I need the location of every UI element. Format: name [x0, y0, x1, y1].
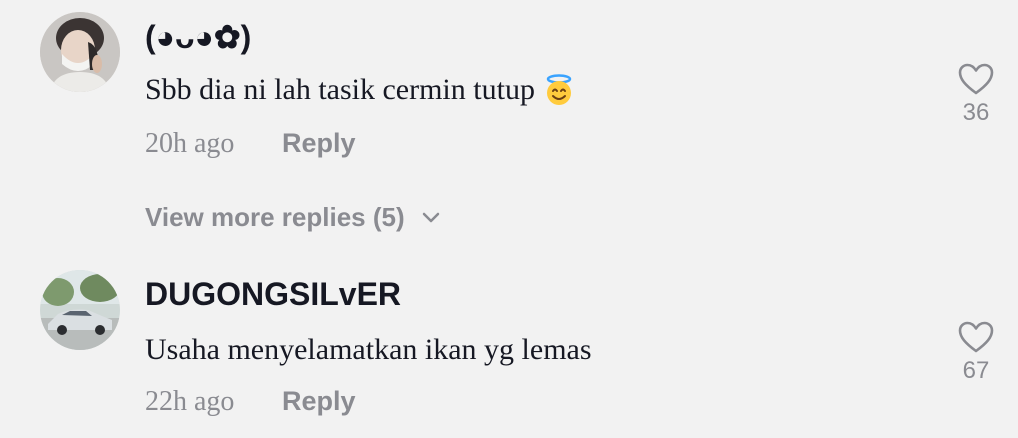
comment-meta: 20h ago Reply	[145, 128, 356, 160]
view-more-replies-button[interactable]: View more replies (5)	[145, 202, 441, 233]
comment-text-body: Sbb dia ni lah tasik cermin tutup	[145, 73, 535, 106]
comment-item: (◕ᴗ◕✿) Sbb dia ni lah tasik cermin tutup…	[0, 0, 1018, 258]
like-button[interactable]: 36	[950, 62, 1002, 127]
timestamp: 20h ago	[145, 128, 235, 159]
avatar[interactable]	[40, 270, 120, 350]
like-count: 36	[962, 99, 990, 126]
comment-text-body: Usaha menyelamatkan ikan yg lemas	[145, 333, 592, 366]
view-more-replies-label: View more replies (5)	[145, 202, 405, 232]
like-button[interactable]: 67	[950, 320, 1002, 385]
timestamp: 22h ago	[145, 386, 235, 417]
avatar[interactable]	[40, 12, 120, 92]
reply-button[interactable]: Reply	[282, 386, 356, 417]
chevron-down-icon	[422, 212, 439, 222]
heart-icon	[958, 321, 994, 353]
reply-button[interactable]: Reply	[282, 128, 356, 159]
comment-meta: 22h ago Reply	[145, 386, 356, 418]
comment-item: DUGONGSILvER Usaha menyelamatkan ikan yg…	[0, 258, 1018, 438]
person-avatar-icon	[40, 12, 120, 92]
heart-icon	[958, 63, 994, 95]
username[interactable]: DUGONGSILvER	[145, 276, 401, 313]
username[interactable]: (◕ᴗ◕✿)	[145, 18, 251, 56]
car-avatar-icon	[40, 270, 120, 350]
smiling-halo-emoji-icon	[546, 74, 572, 105]
comment-text: Usaha menyelamatkan ikan yg lemas	[145, 333, 592, 367]
like-count: 67	[962, 357, 990, 384]
comment-text: Sbb dia ni lah tasik cermin tutup	[145, 73, 575, 107]
